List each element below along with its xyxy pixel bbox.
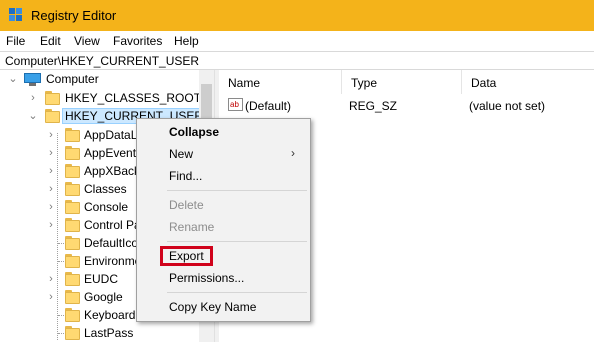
menu-file[interactable]: File <box>6 34 25 48</box>
menu-separator <box>167 292 307 293</box>
context-menu-permissions[interactable]: Permissions... <box>137 267 310 289</box>
chevron-right-icon[interactable]: › <box>28 91 38 105</box>
menu-view[interactable]: View <box>74 34 100 48</box>
folder-icon <box>65 218 80 232</box>
menu-bar: File Edit View Favorites Help <box>0 31 594 51</box>
column-header-name[interactable]: Name <box>219 70 342 94</box>
value-name: (Default) <box>245 99 292 113</box>
folder-icon <box>65 182 80 196</box>
context-menu-delete: Delete <box>169 198 204 212</box>
chevron-right-icon[interactable]: › <box>46 272 56 286</box>
tree-item-hkey-classes-root[interactable]: › HKEY_CLASSES_ROOT <box>0 90 202 108</box>
chevron-right-icon[interactable]: › <box>46 146 56 160</box>
context-menu-find[interactable]: Find... <box>137 165 310 187</box>
context-menu: Collapse New › Find... Delete Rename Exp… <box>136 118 311 322</box>
folder-icon <box>65 290 80 304</box>
value-data: (value not set) <box>469 99 546 113</box>
tree-item-computer[interactable]: ⌄ Computer <box>0 71 199 89</box>
folder-icon <box>65 164 80 178</box>
tree-item-label: Google <box>84 290 123 304</box>
context-menu-rename: Rename <box>169 220 215 234</box>
folder-icon <box>65 128 80 142</box>
menu-favorites[interactable]: Favorites <box>113 34 162 48</box>
context-menu-new[interactable]: New › <box>137 143 310 165</box>
tree-item-label: Computer <box>46 72 99 86</box>
column-header-type[interactable]: Type <box>342 70 462 94</box>
window-title: Registry Editor <box>31 8 117 23</box>
tree-item-label: Console <box>84 200 129 214</box>
chevron-right-icon[interactable]: › <box>46 218 56 232</box>
chevron-down-icon[interactable]: ⌄ <box>8 72 18 86</box>
computer-icon <box>24 73 41 86</box>
folder-icon <box>65 326 80 340</box>
address-path[interactable]: Computer\HKEY_CURRENT_USER <box>5 54 199 68</box>
tree-item-label: AppEvents <box>84 146 143 160</box>
chevron-right-icon[interactable]: › <box>46 164 56 178</box>
menu-separator <box>167 241 307 242</box>
tree-item-label: HKEY_CLASSES_ROOT <box>65 91 202 105</box>
value-type: REG_SZ <box>349 99 398 113</box>
ab-string-icon: ab <box>228 98 243 111</box>
menu-edit[interactable]: Edit <box>40 34 61 48</box>
tree-item-label: LastPass <box>84 326 134 340</box>
chevron-right-icon[interactable]: › <box>46 290 56 304</box>
tree-item-label: Classes <box>84 182 127 196</box>
context-menu-collapse[interactable]: Collapse <box>137 121 310 143</box>
folder-icon <box>65 308 80 322</box>
menu-separator <box>167 190 307 191</box>
tree-item-child[interactable]: LastPass <box>0 325 199 342</box>
registry-editor-app-icon <box>9 8 23 22</box>
chevron-right-icon[interactable]: › <box>46 200 56 214</box>
menu-help[interactable]: Help <box>174 34 199 48</box>
column-header-data[interactable]: Data <box>462 70 594 94</box>
chevron-right-icon[interactable]: › <box>46 128 56 142</box>
context-menu-export[interactable]: Export <box>137 245 310 267</box>
chevron-right-icon[interactable]: › <box>46 182 56 196</box>
context-menu-copy-key-name[interactable]: Copy Key Name <box>137 296 310 318</box>
folder-icon <box>65 146 80 160</box>
address-bar[interactable]: Computer\HKEY_CURRENT_USER <box>0 51 594 70</box>
tree-item-label: EUDC <box>84 272 119 286</box>
folder-icon <box>65 254 80 268</box>
title-bar: Registry Editor <box>0 0 594 31</box>
submenu-arrow-icon: › <box>291 146 295 160</box>
folder-icon <box>45 109 60 123</box>
folder-icon <box>65 236 80 250</box>
folder-icon <box>65 200 80 214</box>
chevron-down-icon[interactable]: ⌄ <box>28 109 38 123</box>
folder-icon <box>65 272 80 286</box>
value-row[interactable]: ab (Default) REG_SZ (value not set) <box>219 95 594 115</box>
folder-icon <box>45 91 60 105</box>
